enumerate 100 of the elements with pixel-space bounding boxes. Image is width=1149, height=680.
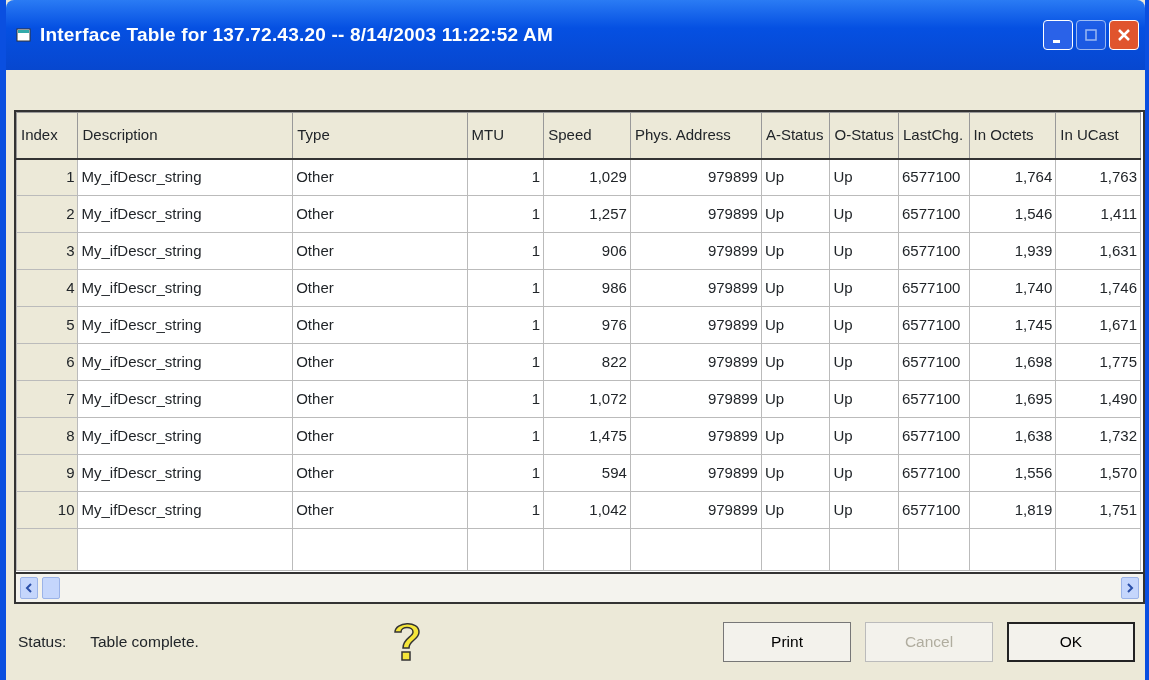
table-cell: My_ifDescr_string [78,306,293,344]
table-cell: 6577100 [898,269,970,307]
table-cell: 6577100 [898,380,970,418]
table-cell: Other [292,491,468,529]
table-cell: My_ifDescr_string [78,269,293,307]
table-cell: 6577100 [898,158,970,196]
table-cell: 1 [467,306,544,344]
minimize-button[interactable] [1043,20,1073,50]
table-cell: 1 [467,491,544,529]
column-header[interactable]: In Octets [969,112,1056,159]
table-cell: Up [761,417,830,455]
table-cell: My_ifDescr_string [78,195,293,233]
table-cell: Up [761,380,830,418]
table-cell: 594 [543,454,631,492]
table-cell: Other [292,306,468,344]
table-cell: 6577100 [898,343,970,381]
table-cell: 1,556 [969,454,1056,492]
column-header[interactable]: LastChg. [898,112,970,159]
column-header[interactable]: Index [16,112,78,159]
table-cell: 986 [543,269,631,307]
horizontal-scrollbar[interactable] [14,572,1145,604]
row-index-cell: 8 [16,417,78,455]
table-cell: Up [761,269,830,307]
scroll-right-icon[interactable] [1121,577,1139,599]
table-cell: Other [292,195,468,233]
table-cell: 1,490 [1055,380,1141,418]
table-cell: 822 [543,343,631,381]
table-cell: Up [830,306,899,344]
table-cell: 1,764 [969,158,1056,196]
table-cell: Up [830,491,899,529]
table-cell: My_ifDescr_string [78,343,293,381]
table-cell: Up [761,232,830,270]
table-cell: 979899 [630,454,762,492]
table-cell: 979899 [630,417,762,455]
maximize-button[interactable] [1076,20,1106,50]
table-cell: 1,763 [1055,158,1141,196]
table-cell: 1,257 [543,195,631,233]
table-cell: Other [292,380,468,418]
table-cell: 6577100 [898,232,970,270]
maximize-icon [1084,28,1098,42]
minimize-icon [1052,39,1060,43]
table-cell: 6577100 [898,491,970,529]
row-index-cell: 7 [16,380,78,418]
close-button[interactable] [1109,20,1139,50]
table-cell: 6577100 [898,306,970,344]
table-cell: My_ifDescr_string [78,232,293,270]
table-cell: Up [830,158,899,196]
table-cell: 1,631 [1055,232,1141,270]
status-label: Status: [18,632,67,653]
row-index-cell: 6 [16,343,78,381]
table-cell: My_ifDescr_string [78,417,293,455]
scroll-thumb[interactable] [42,577,60,599]
column-header[interactable]: Description [78,112,293,159]
dialog-button[interactable]: OK [1007,622,1135,662]
table-cell: 1,072 [543,380,631,418]
column-header[interactable]: MTU [467,112,544,159]
table-cell: Up [830,454,899,492]
close-icon [1116,27,1132,43]
column-header[interactable]: Speed [543,112,631,159]
table-cell: Other [292,417,468,455]
table-cell: My_ifDescr_string [78,454,293,492]
dialog-button[interactable]: Print [723,622,851,662]
table-cell: 979899 [630,491,762,529]
table-cell: Up [830,380,899,418]
table-cell: Other [292,269,468,307]
table-cell: Other [292,232,468,270]
table-cell: Other [292,158,468,196]
table-cell: 6577100 [898,417,970,455]
scroll-left-icon[interactable] [20,577,38,599]
table-cell: 6577100 [898,454,970,492]
table-cell: 979899 [630,195,762,233]
table-cell: Other [292,454,468,492]
table-cell: Up [830,343,899,381]
table-cell: 979899 [630,158,762,196]
column-header[interactable]: In UCast [1055,112,1141,159]
table-cell: 1,638 [969,417,1056,455]
table-cell: Up [830,232,899,270]
row-index-cell: 3 [16,232,78,270]
table-cell: 1,740 [969,269,1056,307]
table-cell: My_ifDescr_string [78,491,293,529]
table-cell: Up [761,158,830,196]
table-cell: Up [830,269,899,307]
table-cell: 1,042 [543,491,631,529]
status-text: Table complete. [90,632,199,653]
column-header[interactable]: Type [292,112,468,159]
column-header[interactable]: A-Status [761,112,830,159]
table-cell: 1,732 [1055,417,1141,455]
table-cell: 1 [467,343,544,381]
table-cell: 1 [467,417,544,455]
table-cell: Other [292,343,468,381]
table-cell: 979899 [630,232,762,270]
column-header[interactable]: O-Status [830,112,899,159]
table-cell: 1 [467,269,544,307]
table-cell: 906 [543,232,631,270]
column-header[interactable]: Phys. Address [630,112,762,159]
table-cell: 1,751 [1055,491,1141,529]
table-cell: Up [761,343,830,381]
table-cell: 1 [467,454,544,492]
row-index-cell: 1 [16,158,78,196]
table-cell: 979899 [630,380,762,418]
